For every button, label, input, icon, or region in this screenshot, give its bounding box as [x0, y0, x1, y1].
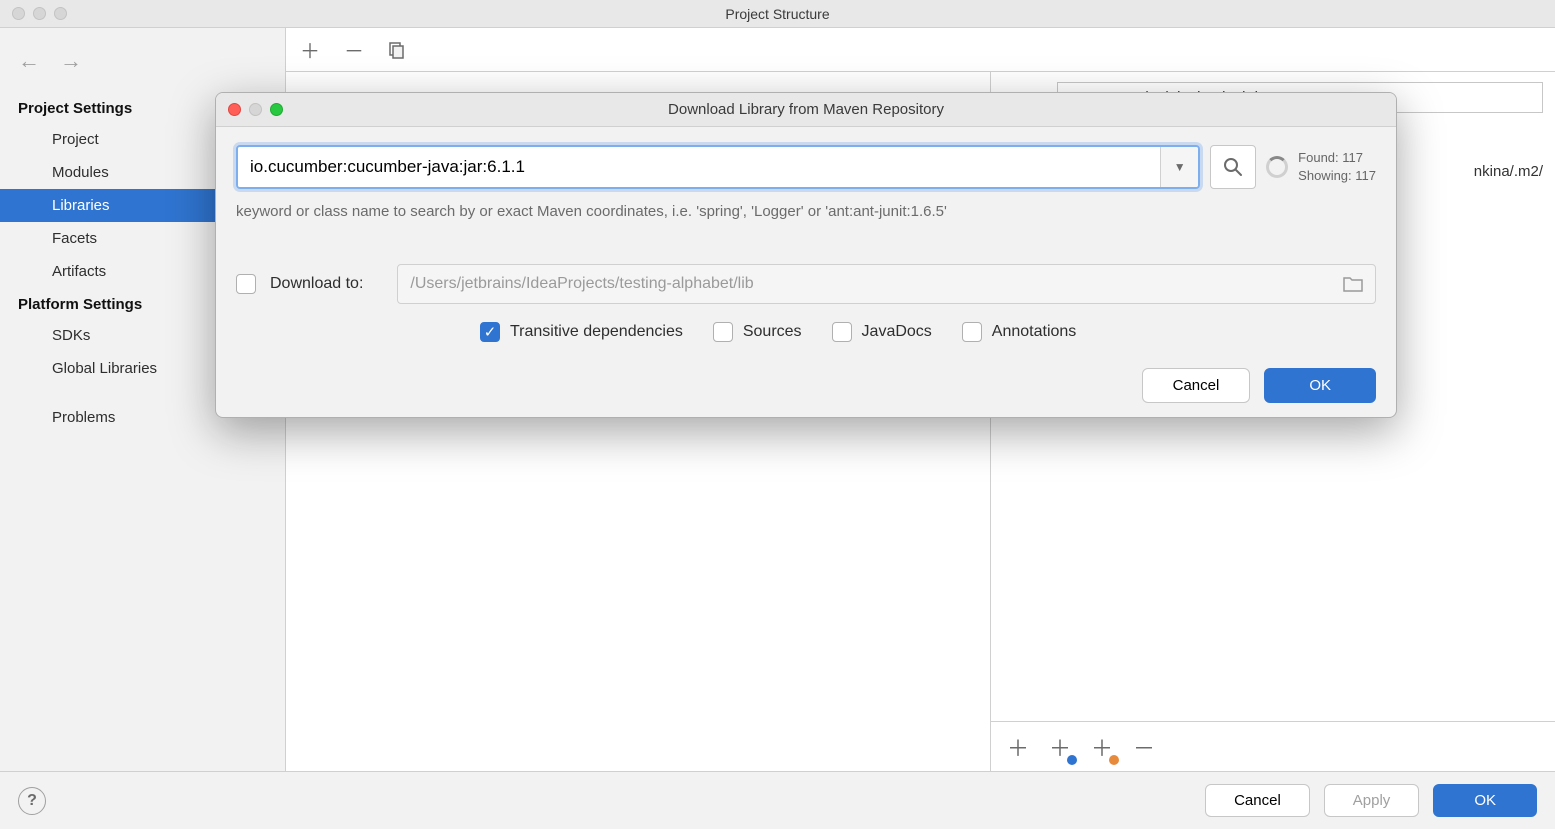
download-to-label: Download to: — [270, 275, 363, 293]
download-library-dialog: Download Library from Maven Repository ▼… — [215, 92, 1397, 418]
remove-icon[interactable]: － — [344, 35, 364, 64]
modal-minimize-icon — [249, 103, 262, 116]
cancel-button[interactable]: Cancel — [1205, 784, 1310, 817]
minimize-window[interactable] — [33, 7, 46, 20]
content-toolbar: ＋ － — [286, 28, 1555, 72]
help-icon[interactable]: ? — [18, 787, 46, 815]
annotations-checkbox[interactable] — [962, 322, 982, 342]
search-button[interactable] — [1210, 145, 1256, 189]
search-hint: keyword or class name to search by or ex… — [236, 203, 1376, 220]
search-result-count: Found: 117 Showing: 117 — [1298, 149, 1376, 185]
traffic-lights-main — [0, 7, 67, 20]
add-folder-icon[interactable]: ＋ — [1091, 731, 1113, 763]
add-root-icon[interactable]: ＋ — [1007, 731, 1029, 763]
modal-close-icon[interactable] — [228, 103, 241, 116]
modal-cancel-button[interactable]: Cancel — [1142, 368, 1251, 403]
transitive-checkbox[interactable]: ✓ — [480, 322, 500, 342]
close-window[interactable] — [12, 7, 25, 20]
copy-icon[interactable] — [388, 41, 406, 59]
apply-button: Apply — [1324, 784, 1420, 817]
ok-button[interactable]: OK — [1433, 784, 1537, 817]
bottom-bar: ? Cancel Apply OK — [0, 771, 1555, 829]
window-title: Project Structure — [0, 6, 1555, 22]
nav-back-icon[interactable]: ← — [18, 48, 40, 74]
zoom-window[interactable] — [54, 7, 67, 20]
maven-search-combo[interactable]: ▼ — [236, 145, 1200, 189]
javadocs-checkbox[interactable] — [832, 322, 852, 342]
modal-titlebar: Download Library from Maven Repository — [216, 93, 1396, 127]
remove-root-icon[interactable]: － — [1133, 731, 1155, 763]
annotations-label: Annotations — [992, 323, 1077, 341]
nav-forward-icon[interactable]: → — [60, 48, 82, 74]
add-from-maven-icon[interactable]: ＋ — [1049, 731, 1071, 763]
sources-label: Sources — [743, 323, 802, 341]
search-icon — [1222, 156, 1244, 178]
transitive-label: Transitive dependencies — [510, 323, 683, 341]
maven-search-input[interactable] — [238, 147, 1160, 187]
main-titlebar: Project Structure — [0, 0, 1555, 28]
modal-zoom-icon[interactable] — [270, 103, 283, 116]
sources-checkbox[interactable] — [713, 322, 733, 342]
add-icon[interactable]: ＋ — [300, 35, 320, 64]
javadocs-label: JavaDocs — [862, 323, 932, 341]
download-path-input — [398, 265, 1331, 303]
modal-ok-button[interactable]: OK — [1264, 368, 1376, 403]
right-panel-toolbar: ＋ ＋ ＋ － — [991, 721, 1555, 771]
showing-label: Showing: 117 — [1298, 167, 1376, 185]
download-to-checkbox[interactable] — [236, 274, 256, 294]
found-label: Found: 117 — [1298, 149, 1376, 167]
modal-title: Download Library from Maven Repository — [216, 101, 1396, 118]
combo-dropdown-icon[interactable]: ▼ — [1160, 147, 1198, 187]
browse-folder-icon[interactable] — [1331, 265, 1375, 303]
loading-spinner-icon — [1266, 156, 1288, 178]
